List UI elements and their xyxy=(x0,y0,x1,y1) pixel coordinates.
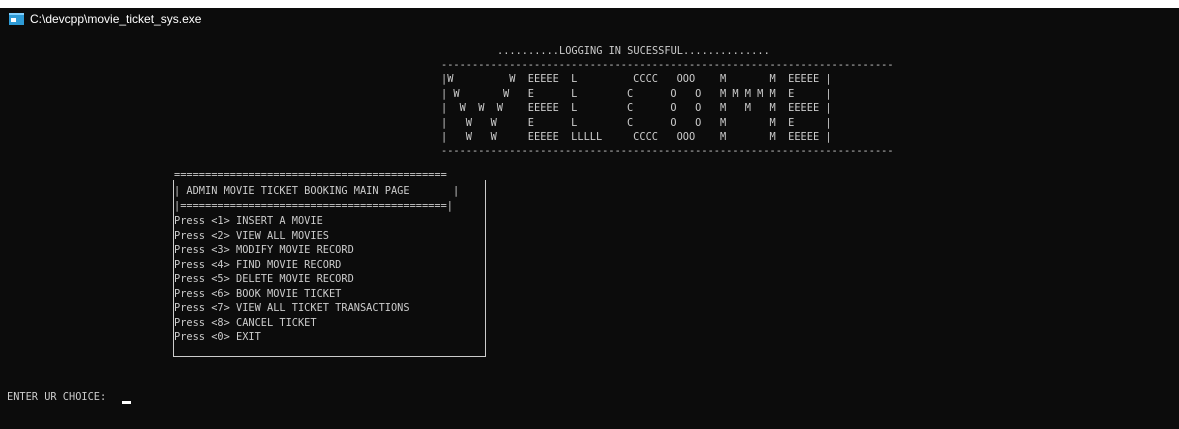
menu-top-border: ========================================… xyxy=(174,169,447,181)
welcome-logo-row: | W W E L C O O M M E | xyxy=(441,116,832,129)
console-app-icon[interactable] xyxy=(9,13,24,25)
menu-title-separator: |=======================================… xyxy=(174,200,453,212)
logo-bottom-border: ----------------------------------------… xyxy=(441,145,894,157)
window-title: C:\devcpp\movie_ticket_sys.exe xyxy=(30,12,202,26)
text-cursor[interactable] xyxy=(122,401,131,404)
console-output[interactable]: ..........LOGGING IN SUCESSFUL..........… xyxy=(0,30,1179,429)
menu-item-delete-movie: Press <5> DELETE MOVIE RECORD xyxy=(174,273,354,285)
menu-item-insert-movie: Press <1> INSERT A MOVIE xyxy=(174,215,323,227)
window-title-bar[interactable]: C:\devcpp\movie_ticket_sys.exe xyxy=(0,8,1179,30)
welcome-logo-row: | W W EEEEE LLLLL CCCC OOO M M EEEEE | xyxy=(441,131,832,143)
logo-top-border: ----------------------------------------… xyxy=(441,59,894,71)
menu-item-find-movie: Press <4> FIND MOVIE RECORD xyxy=(174,258,342,271)
menu-title: | ADMIN MOVIE TICKET BOOKING MAIN PAGE | xyxy=(174,185,460,197)
login-success-message: ..........LOGGING IN SUCESSFUL..........… xyxy=(497,45,770,57)
menu-item-view-transactions: Press <7> VIEW ALL TICKET TRANSACTIONS xyxy=(174,302,410,314)
welcome-logo-row: | W W W EEEEE L C O O M M M EEEEE | xyxy=(441,102,832,114)
welcome-logo-row: | W W E L C O O M M M M M E | xyxy=(441,87,832,100)
welcome-logo-row: |W W EEEEE L CCCC OOO M M EEEEE | xyxy=(441,73,832,85)
menu-item-modify-movie: Press <3> MODIFY MOVIE RECORD xyxy=(174,244,354,256)
menu-item-cancel-ticket: Press <8> CANCEL TICKET xyxy=(174,316,317,329)
menu-item-exit: Press <0> EXIT xyxy=(174,331,261,343)
choice-prompt[interactable]: ENTER UR CHOICE: xyxy=(7,390,112,405)
menu-item-book-ticket: Press <6> BOOK MOVIE TICKET xyxy=(174,287,342,300)
menu-item-view-movies: Press <2> VIEW ALL MOVIES xyxy=(174,230,329,242)
